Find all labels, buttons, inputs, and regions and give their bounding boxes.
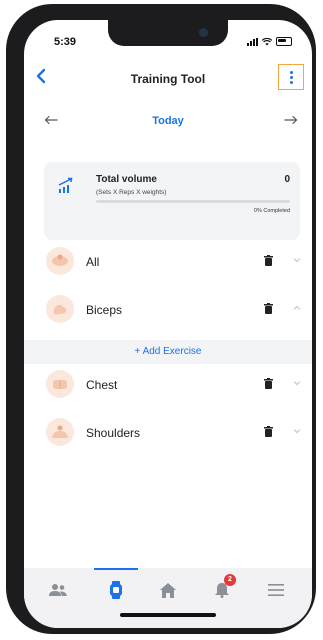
date-label[interactable]: Today [24, 115, 312, 127]
tab-notifications[interactable]: 2 [202, 574, 242, 602]
notch [108, 20, 228, 46]
date-navigator: Today [24, 112, 312, 132]
notification-badge: 2 [224, 574, 236, 586]
bottom-tab-bar: 2 [24, 568, 312, 628]
phone-frame: 5:39 Training Tool Today Total volume (S… [6, 4, 316, 634]
trash-icon[interactable] [264, 303, 273, 314]
status-time: 5:39 [54, 36, 77, 48]
progress-bar [96, 200, 290, 203]
tab-home[interactable] [148, 578, 188, 602]
home-icon [160, 582, 176, 598]
screen: 5:39 Training Tool Today Total volume (S… [24, 20, 312, 628]
trash-icon[interactable] [264, 255, 273, 266]
total-volume-value: 0 [284, 174, 290, 185]
trash-icon[interactable] [264, 426, 273, 437]
chevron-down-icon[interactable] [292, 255, 302, 265]
menu-icon [268, 584, 284, 596]
muscle-label: Shoulders [86, 426, 141, 440]
muscle-label: Biceps [86, 303, 123, 317]
home-indicator [120, 613, 216, 617]
volume-chart-icon [58, 177, 73, 193]
camera [199, 28, 208, 37]
tab-menu[interactable] [256, 578, 296, 602]
add-exercise-button[interactable]: + Add Exercise [24, 340, 312, 364]
shoulders-icon [46, 418, 74, 446]
chevron-down-icon[interactable] [292, 426, 302, 436]
more-options-button[interactable] [278, 64, 304, 90]
dot [289, 75, 293, 79]
page-title: Training Tool [130, 72, 206, 86]
signal-icon [247, 37, 258, 46]
active-tab-indicator [94, 568, 138, 570]
dot [289, 80, 293, 84]
add-exercise-label: + Add Exercise [134, 346, 202, 357]
chevron-up-icon[interactable] [292, 303, 302, 313]
arrow-right-icon [284, 115, 298, 125]
card-subtitle: (Sets X Reps X weights) [96, 189, 167, 196]
chest-icon [46, 370, 74, 398]
total-volume-card: Total volume (Sets X Reps X weights) 0 0… [44, 162, 300, 240]
progress-label: 0% Completed [253, 208, 290, 214]
card-title: Total volume [96, 174, 157, 185]
muscle-row-shoulders[interactable]: Shoulders [24, 415, 312, 451]
muscle-label: Chest [86, 378, 118, 392]
wifi-icon [262, 37, 272, 45]
battery-icon [276, 37, 292, 46]
biceps-icon [46, 295, 74, 323]
muscle-row-chest[interactable]: Chest [24, 367, 312, 403]
chevron-down-icon[interactable] [292, 378, 302, 388]
dot [289, 70, 293, 74]
tab-training[interactable] [96, 578, 136, 602]
all-muscles-icon [46, 247, 74, 275]
muscle-row-biceps[interactable]: Biceps [24, 292, 312, 328]
next-day-button[interactable] [284, 112, 298, 130]
app-header: Training Tool [24, 64, 312, 94]
trash-icon[interactable] [264, 378, 273, 389]
muscle-label: All [86, 255, 100, 269]
watch-icon [110, 581, 122, 599]
people-icon [49, 584, 67, 596]
tab-people[interactable] [38, 578, 78, 602]
muscle-row-all[interactable]: All [24, 244, 312, 280]
status-icons [247, 37, 292, 46]
